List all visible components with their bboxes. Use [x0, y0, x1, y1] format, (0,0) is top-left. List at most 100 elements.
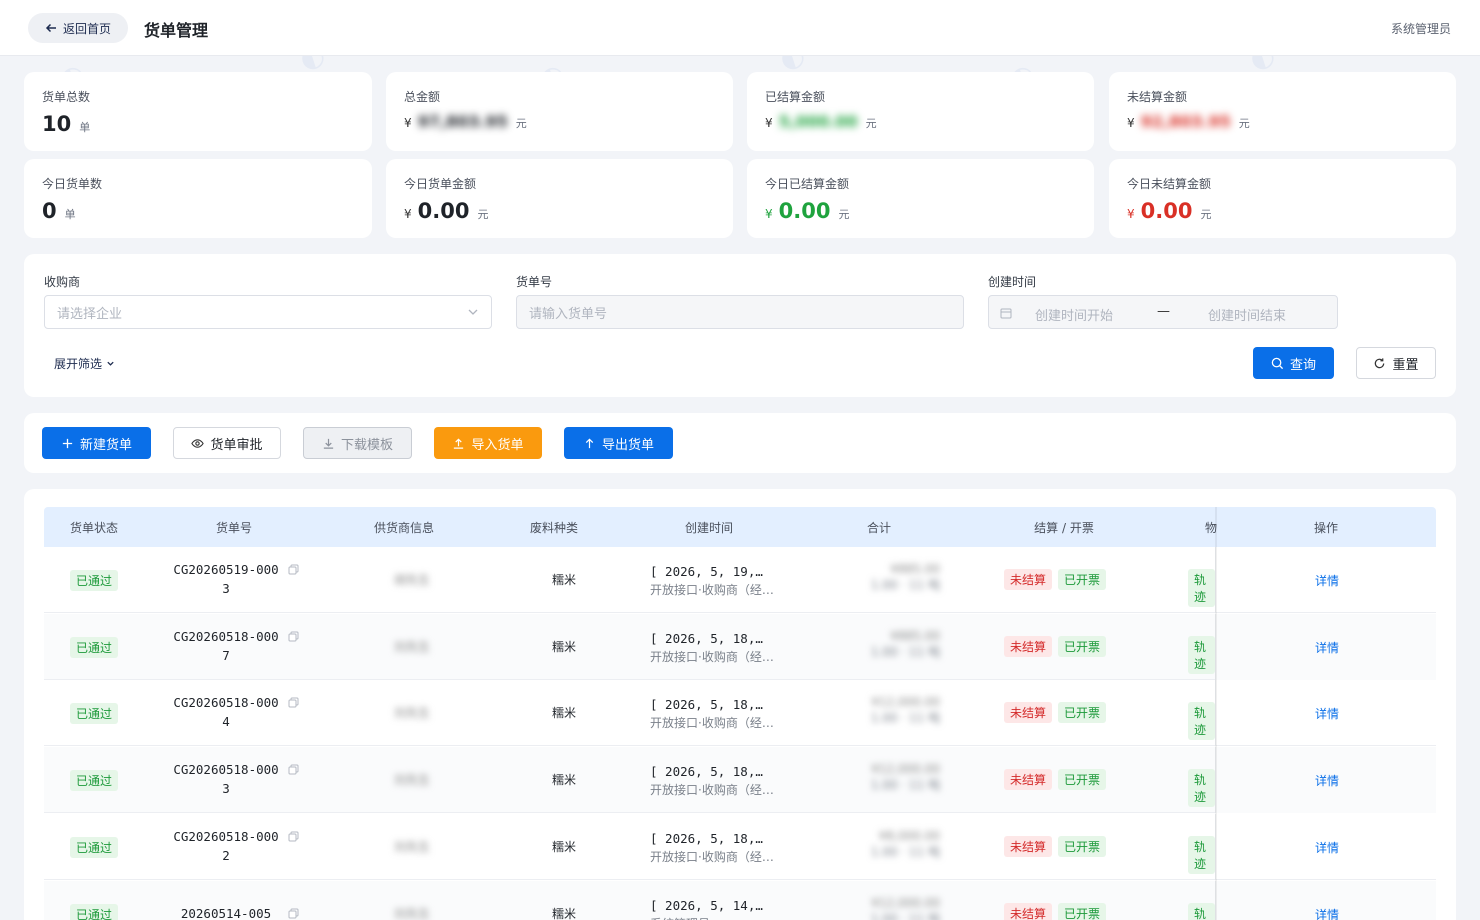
- material-cell: 糯米: [552, 907, 577, 920]
- search-icon: [1271, 357, 1284, 369]
- order-number-input[interactable]: 请输入货单号: [516, 295, 964, 329]
- settle-invoice-cell: 未结算 已开票: [1004, 702, 1107, 723]
- material-cell: 糯米: [552, 706, 577, 720]
- back-home-button[interactable]: 返回首页: [28, 13, 128, 43]
- order-number-cell: CG20260518-000 4: [164, 693, 288, 731]
- download-template-button[interactable]: 下载模板: [303, 427, 412, 459]
- detail-link[interactable]: 详情: [1315, 639, 1339, 656]
- status-badge: 已通过: [70, 637, 119, 658]
- total-weight: 1.00 · 11 吨: [870, 578, 940, 592]
- total-weight: 1.00 · 11 吨: [870, 845, 940, 859]
- table-row[interactable]: 已通过 20260514-005 刘先生 糯米 [ 2026, 5, 14,… …: [44, 881, 1436, 920]
- table-row[interactable]: 已通过 CG20260518-000 2 刘先生 糯米 [ 2026, 5, 18…: [44, 814, 1436, 880]
- detail-link[interactable]: 详情: [1315, 572, 1339, 589]
- col-material[interactable]: 废料种类: [504, 519, 604, 536]
- export-order-button[interactable]: 导出货单: [564, 427, 673, 459]
- detail-link[interactable]: 详情: [1315, 772, 1339, 789]
- copy-icon[interactable]: [288, 631, 299, 642]
- stat-unit: 元: [477, 208, 489, 221]
- status-cell: 已通过: [70, 837, 119, 858]
- copy-icon[interactable]: [288, 564, 299, 575]
- stat-label: 未结算金额: [1127, 90, 1188, 104]
- top-header: 返回首页 货单管理 系统管理员: [0, 0, 1480, 56]
- refresh-icon: [1375, 357, 1385, 368]
- create-time-range[interactable]: 创建时间开始 — 创建时间结束: [988, 295, 1338, 329]
- order-number-line1: CG20260518-000: [173, 629, 279, 644]
- create-source: 开放接口·收购商（经…: [650, 583, 774, 597]
- logistics-badge: 轨迹: [1188, 702, 1215, 740]
- reset-button[interactable]: 重置: [1356, 347, 1436, 379]
- import-order-button[interactable]: 导入货单: [434, 427, 542, 459]
- col-total[interactable]: 合计: [809, 519, 949, 536]
- total-weight: 1.00 · 11 吨: [870, 778, 940, 792]
- currency-symbol: ¥: [765, 207, 773, 221]
- buyer-select[interactable]: 请选择企业: [44, 295, 492, 329]
- create-source: 开放接口·收购商（经…: [650, 716, 774, 730]
- col-action[interactable]: 操作: [1264, 519, 1388, 536]
- total-amount: ¥12,000.00: [871, 695, 940, 709]
- status-cell: 已通过: [70, 703, 119, 724]
- create-time-value: [ 2026, 5, 18,…: [650, 831, 763, 846]
- logistics-badge: 轨迹: [1188, 569, 1215, 607]
- logistics-cell: 轨迹: [1188, 903, 1215, 920]
- current-user[interactable]: 系统管理员: [1391, 20, 1451, 37]
- order-approval-button[interactable]: 货单审批: [173, 427, 281, 459]
- copy-icon[interactable]: [288, 764, 299, 775]
- download-icon: [323, 438, 334, 449]
- expand-filter-label: 展开筛选: [54, 357, 103, 371]
- currency-symbol: ¥: [404, 116, 412, 130]
- create-time-value: [ 2026, 5, 19,…: [650, 564, 763, 579]
- order-number-cell: 20260514-005: [164, 904, 288, 920]
- query-button[interactable]: 查询: [1253, 347, 1334, 379]
- order-number-label: 货单号: [516, 275, 553, 289]
- table-row[interactable]: 已通过 CG20260519-000 3 胡先生 糯米 [ 2026, 5, 19…: [44, 547, 1436, 613]
- arrow-up-icon: [585, 437, 594, 448]
- table-row[interactable]: 已通过 CG20260518-000 4 刘先生 糯米 [ 2026, 5, 18…: [44, 680, 1436, 746]
- order-number-placeholder: 请输入货单号: [529, 306, 608, 322]
- col-create-time[interactable]: 创建时间: [634, 519, 784, 536]
- total-amount: ¥12,000.00: [871, 896, 940, 910]
- supplier-cell: 刘先生: [394, 706, 431, 720]
- stat-card-today-unsettled: 今日未结算金额 ¥0.00 元: [1109, 159, 1456, 238]
- total-amount: ¥12,000.00: [871, 762, 940, 776]
- col-supplier[interactable]: 供货商信息: [334, 519, 474, 536]
- currency-symbol: ¥: [1127, 207, 1135, 221]
- table-row[interactable]: 已通过 CG20260518-000 3 刘先生 糯米 [ 2026, 5, 18…: [44, 747, 1436, 813]
- calendar-icon: [1000, 308, 1012, 319]
- buyer-label: 收购商: [44, 275, 81, 289]
- table-header: 货单状态 货单号 供货商信息 废料种类 创建时间 合计 结算 / 开票 物 操作: [44, 507, 1436, 547]
- order-approval-label: 货单审批: [210, 437, 263, 453]
- back-home-label: 返回首页: [62, 21, 111, 36]
- settle-status-badge: 未结算: [1004, 903, 1053, 920]
- import-order-label: 导入货单: [471, 437, 524, 453]
- logistics-badge: 轨迹: [1188, 636, 1215, 674]
- settle-invoice-cell: 未结算 已开票: [1004, 636, 1107, 657]
- order-number-cell: CG20260519-000 3: [164, 560, 288, 598]
- action-cell: 详情: [1215, 680, 1436, 746]
- table-row[interactable]: 已通过 CG20260518-000 7 刘先生 糯米 [ 2026, 5, 18…: [44, 614, 1436, 680]
- stat-unit: 单: [64, 208, 76, 221]
- expand-filter-link[interactable]: 展开筛选: [54, 355, 115, 372]
- create-source: 开放接口·收购商（经…: [650, 650, 774, 664]
- eye-icon: [191, 438, 205, 448]
- status-badge: 已通过: [70, 570, 119, 591]
- settle-status-badge: 未结算: [1004, 636, 1053, 657]
- create-time-cell: [ 2026, 5, 18,… 开放接口·收购商（经…: [650, 829, 774, 865]
- status-cell: 已通过: [70, 570, 119, 591]
- new-order-button[interactable]: 新建货单: [42, 427, 151, 459]
- copy-icon[interactable]: [288, 697, 299, 708]
- total-cell: ¥12,000.00 1.00 · 11 吨: [844, 695, 940, 726]
- col-order-number[interactable]: 货单号: [164, 519, 304, 536]
- total-weight: 1.00 · 11 吨: [870, 711, 940, 725]
- logistics-cell: 轨迹: [1188, 702, 1215, 740]
- detail-link[interactable]: 详情: [1315, 705, 1339, 722]
- total-cell: ¥12,000.00 1.00 · 11 吨: [844, 762, 940, 793]
- col-status[interactable]: 货单状态: [44, 519, 144, 536]
- order-number-line1: CG20260519-000: [173, 562, 279, 577]
- copy-icon[interactable]: [288, 831, 299, 842]
- detail-link[interactable]: 详情: [1315, 906, 1339, 920]
- plus-icon: [62, 438, 73, 448]
- copy-icon[interactable]: [288, 908, 299, 919]
- detail-link[interactable]: 详情: [1315, 839, 1339, 856]
- col-settle-invoice[interactable]: 结算 / 开票: [984, 519, 1144, 536]
